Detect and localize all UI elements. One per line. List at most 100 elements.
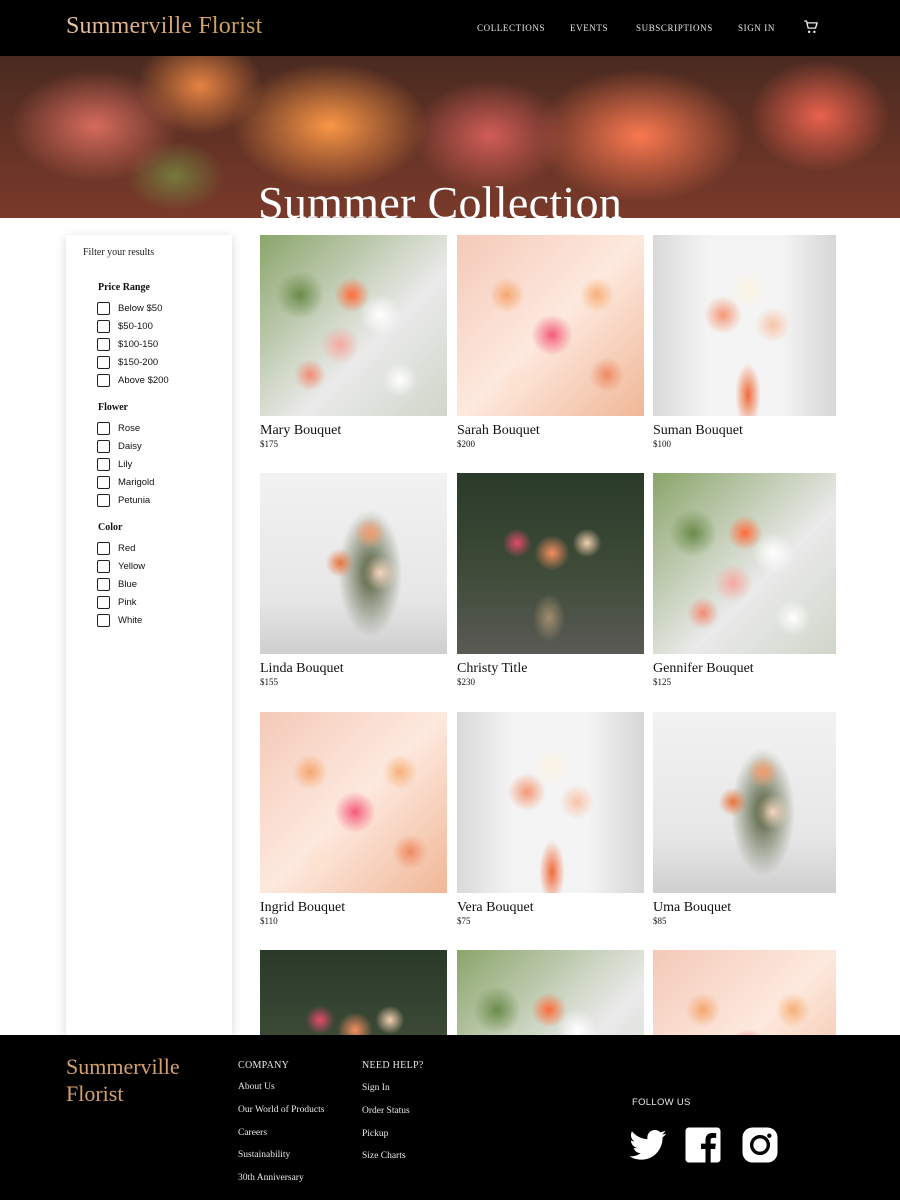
filter-option-label: Lily (118, 458, 133, 470)
filter-title: Filter your results (83, 247, 155, 258)
footer-link-sustainability[interactable]: Sustainability (238, 1150, 290, 1160)
product-card[interactable]: Sarah Bouquet $200 (457, 235, 644, 449)
checkbox[interactable] (97, 457, 110, 471)
product-card[interactable]: Uma Bouquet $85 (653, 712, 840, 926)
product-price: $230 (457, 677, 475, 687)
product-image[interactable] (260, 235, 447, 416)
product-name[interactable]: Ingrid Bouquet (260, 900, 345, 916)
checkbox[interactable] (97, 541, 110, 555)
footer-link-order-status[interactable]: Order Status (362, 1106, 410, 1116)
checkbox[interactable] (97, 373, 110, 387)
product-name[interactable]: Vera Bouquet (457, 900, 534, 916)
filter-option[interactable]: White (97, 613, 142, 627)
product-image[interactable] (653, 473, 836, 654)
checkbox[interactable] (97, 613, 110, 627)
nav-collections[interactable]: COLLECTIONS (477, 23, 545, 33)
product-price: $175 (260, 439, 278, 449)
checkbox[interactable] (97, 475, 110, 489)
product-image[interactable] (653, 950, 836, 1035)
top-header: Summerville Florist COLLECTIONS EVENTS S… (0, 0, 900, 56)
checkbox[interactable] (97, 439, 110, 453)
filter-option[interactable]: Blue (97, 577, 137, 591)
product-image[interactable] (457, 235, 644, 416)
cart-icon[interactable] (802, 18, 820, 36)
product-price: $75 (457, 916, 471, 926)
checkbox[interactable] (97, 595, 110, 609)
filter-sidebar: Filter your results Price Range Below $5… (66, 235, 232, 1035)
filter-option-label: White (118, 614, 143, 626)
filter-option[interactable]: Marigold (97, 475, 154, 489)
filter-group-flower: Flower (98, 402, 128, 413)
filter-option-label: Red (118, 542, 136, 554)
checkbox[interactable] (97, 355, 110, 369)
filter-option-label: $100-150 (118, 338, 159, 350)
product-name[interactable]: Linda Bouquet (260, 661, 344, 677)
filter-option[interactable]: Rose (97, 421, 140, 435)
product-card[interactable] (457, 950, 644, 1035)
footer-company-title: COMPANY (238, 1060, 290, 1071)
filter-option[interactable]: $100-150 (97, 337, 158, 351)
product-card[interactable]: Linda Bouquet $155 (260, 473, 447, 687)
filter-option-label: $50-100 (118, 320, 153, 332)
filter-option[interactable]: Pink (97, 595, 136, 609)
footer-link-sign-in[interactable]: Sign In (362, 1083, 390, 1093)
product-image[interactable] (457, 950, 644, 1035)
checkbox[interactable] (97, 319, 110, 333)
product-image[interactable] (653, 235, 836, 416)
checkbox[interactable] (97, 559, 110, 573)
product-card[interactable]: Gennifer Bouquet $125 (653, 473, 840, 687)
filter-option[interactable]: Below $50 (97, 301, 162, 315)
checkbox[interactable] (97, 421, 110, 435)
product-image[interactable] (260, 712, 447, 893)
filter-group-color: Color (98, 522, 123, 533)
filter-option[interactable]: $150-200 (97, 355, 158, 369)
filter-option[interactable]: Lily (97, 457, 132, 471)
filter-option-label: Marigold (118, 476, 155, 488)
nav-sign-in[interactable]: SIGN IN (738, 23, 775, 33)
product-card[interactable] (653, 950, 840, 1035)
product-image[interactable] (457, 712, 644, 893)
product-name[interactable]: Suman Bouquet (653, 423, 743, 439)
product-image[interactable] (260, 950, 447, 1035)
footer-link-size-charts[interactable]: Size Charts (362, 1151, 406, 1161)
footer-link-products[interactable]: Our World of Products (238, 1105, 324, 1115)
product-card[interactable] (260, 950, 447, 1035)
brand-logo[interactable]: Summerville Florist (66, 13, 262, 40)
filter-option[interactable]: Yellow (97, 559, 145, 573)
product-card[interactable]: Ingrid Bouquet $110 (260, 712, 447, 926)
twitter-icon[interactable] (628, 1125, 668, 1165)
product-image[interactable] (260, 473, 447, 654)
filter-option[interactable]: Daisy (97, 439, 142, 453)
filter-option[interactable]: Petunia (97, 493, 150, 507)
instagram-icon[interactable] (740, 1125, 780, 1165)
filter-option-label: Rose (118, 422, 141, 434)
product-card[interactable]: Mary Bouquet $175 (260, 235, 447, 449)
product-name[interactable]: Uma Bouquet (653, 900, 731, 916)
product-name[interactable]: Sarah Bouquet (457, 423, 540, 439)
filter-option[interactable]: $50-100 (97, 319, 153, 333)
checkbox[interactable] (97, 301, 110, 315)
filter-option[interactable]: Above $200 (97, 373, 169, 387)
facebook-icon[interactable] (683, 1125, 723, 1165)
checkbox[interactable] (97, 337, 110, 351)
product-card[interactable]: Suman Bouquet $100 (653, 235, 840, 449)
footer-link-anniversary[interactable]: 30th Anniversary (238, 1173, 304, 1183)
product-name[interactable]: Mary Bouquet (260, 423, 341, 439)
product-image[interactable] (653, 712, 836, 893)
footer-link-pickup[interactable]: Pickup (362, 1129, 388, 1139)
checkbox[interactable] (97, 493, 110, 507)
nav-subscriptions[interactable]: SUBSCRIPTIONS (636, 23, 713, 33)
footer-brand[interactable]: Summerville Florist (66, 1053, 216, 1107)
footer-link-about[interactable]: About Us (238, 1082, 275, 1092)
nav-events[interactable]: EVENTS (570, 23, 608, 33)
product-name[interactable]: Gennifer Bouquet (653, 661, 754, 677)
product-price: $125 (653, 677, 671, 687)
product-image[interactable] (457, 473, 644, 654)
filter-option[interactable]: Red (97, 541, 135, 555)
footer-link-careers[interactable]: Careers (238, 1128, 267, 1138)
product-name[interactable]: Christy Title (457, 661, 527, 677)
checkbox[interactable] (97, 577, 110, 591)
hero-banner: Summer Collection (0, 56, 900, 218)
product-card[interactable]: Vera Bouquet $75 (457, 712, 644, 926)
product-card[interactable]: Christy Title $230 (457, 473, 644, 687)
